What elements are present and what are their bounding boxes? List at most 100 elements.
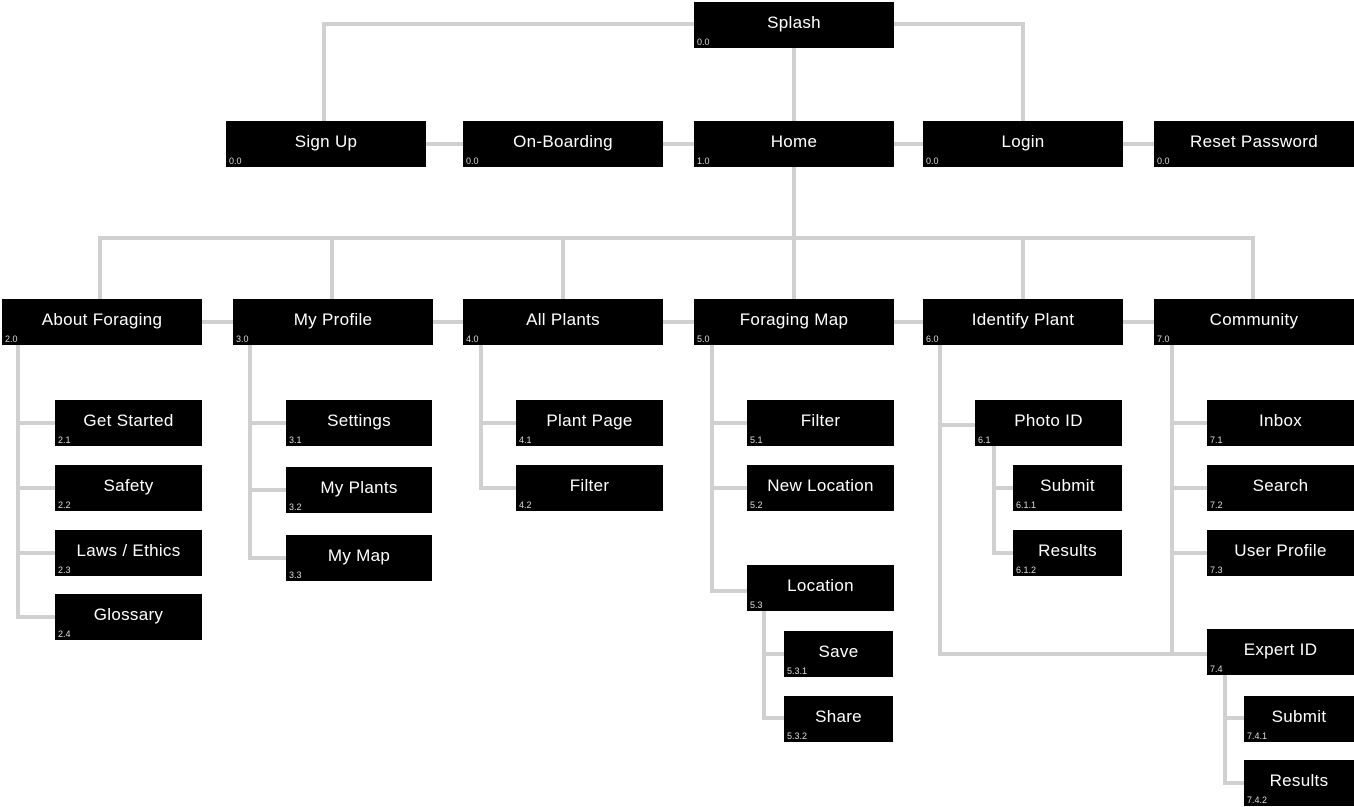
node-label: My Map xyxy=(327,546,391,565)
node-settings: Settings 3.1 xyxy=(286,400,432,446)
node-expert-submit: Submit 7.4.1 xyxy=(1244,696,1354,742)
node-number: 2.0 xyxy=(5,334,18,344)
node-number: 5.2 xyxy=(750,500,763,510)
node-number: 2.2 xyxy=(58,500,71,510)
node-label: Get Started xyxy=(83,411,174,430)
connector-map xyxy=(710,343,749,593)
node-label: On-Boarding xyxy=(513,132,613,151)
node-inbox: Inbox 7.1 xyxy=(1207,400,1354,446)
node-foraging-map: Foraging Map 5.0 xyxy=(694,299,894,345)
node-plants-filter: Filter 4.2 xyxy=(516,465,663,511)
connector-profile xyxy=(248,343,288,560)
node-my-map: My Map 3.3 xyxy=(286,535,432,581)
node-number: 3.2 xyxy=(289,502,302,512)
node-number: 3.3 xyxy=(289,570,302,580)
node-reset-password: Reset Password 0.0 xyxy=(1154,121,1354,167)
node-label: Inbox xyxy=(1258,411,1303,430)
node-photo-submit: Submit 6.1.1 xyxy=(1013,465,1122,511)
node-label: Laws / Ethics xyxy=(76,541,181,560)
node-number: 0.0 xyxy=(1157,156,1170,166)
node-sign-up: Sign Up 0.0 xyxy=(226,121,426,167)
node-new-location: New Location 5.2 xyxy=(747,465,894,511)
node-number: 4.1 xyxy=(519,435,532,445)
node-on-boarding: On-Boarding 0.0 xyxy=(463,121,663,167)
node-label: Save xyxy=(818,642,859,661)
node-label: About Foraging xyxy=(41,310,163,329)
node-location: Location 5.3 xyxy=(747,565,894,611)
node-share: Share 5.3.2 xyxy=(784,696,893,742)
node-number: 7.4.1 xyxy=(1247,731,1268,741)
node-label: Home xyxy=(770,132,818,151)
node-number: 5.3.2 xyxy=(787,731,808,741)
node-label: Community xyxy=(1209,310,1299,329)
node-my-plants: My Plants 3.2 xyxy=(286,467,432,513)
node-number: 2.1 xyxy=(58,435,71,445)
node-label: Results xyxy=(1269,771,1329,790)
node-photo-id: Photo ID 6.1 xyxy=(975,400,1122,446)
node-label: Expert ID xyxy=(1243,640,1318,659)
node-expert-results: Results 7.4.2 xyxy=(1244,760,1354,806)
node-all-plants: All Plants 4.0 xyxy=(463,299,663,345)
connector-splash xyxy=(322,22,1025,123)
node-label: Identify Plant xyxy=(971,310,1075,329)
node-number: 7.1 xyxy=(1210,435,1223,445)
node-user-profile: User Profile 7.3 xyxy=(1207,530,1354,576)
node-save: Save 5.3.1 xyxy=(784,631,893,677)
node-label: Foraging Map xyxy=(739,310,849,329)
node-label: Submit xyxy=(1271,707,1327,726)
node-label: Submit xyxy=(1040,476,1095,495)
node-label: Glossary xyxy=(93,605,164,624)
node-label: Location xyxy=(787,576,854,595)
node-label: Photo ID xyxy=(1014,411,1083,430)
node-label: Filter xyxy=(800,411,841,430)
node-number: 0.0 xyxy=(466,156,479,166)
node-label: New Location xyxy=(767,476,874,495)
node-number: 6.1 xyxy=(978,435,991,445)
node-map-filter: Filter 5.1 xyxy=(747,400,894,446)
node-number: 1.0 xyxy=(697,156,710,166)
connector-home-sections xyxy=(98,165,1255,301)
node-number: 6.0 xyxy=(926,334,939,344)
node-splash: Splash 0.0 xyxy=(694,2,894,48)
node-number: 7.4 xyxy=(1210,664,1223,674)
connector-community xyxy=(1170,343,1209,656)
node-label: Reset Password xyxy=(1190,132,1318,151)
connector-photo-id xyxy=(992,444,1015,555)
node-number: 7.0 xyxy=(1157,334,1170,344)
node-number: 3.1 xyxy=(289,435,302,445)
node-number: 2.3 xyxy=(58,565,71,575)
node-number: 4.2 xyxy=(519,500,532,510)
node-label: Share xyxy=(815,707,862,726)
node-label: Search xyxy=(1252,476,1309,495)
node-glossary: Glossary 2.4 xyxy=(55,594,202,640)
connector-plants xyxy=(479,343,518,490)
node-plant-page: Plant Page 4.1 xyxy=(516,400,663,446)
node-number: 7.3 xyxy=(1210,565,1223,575)
connector-about xyxy=(16,343,57,619)
node-about-foraging: About Foraging 2.0 xyxy=(2,299,202,345)
node-label: Login xyxy=(1001,132,1045,151)
node-expert-id: Expert ID 7.4 xyxy=(1207,629,1354,675)
node-login: Login 0.0 xyxy=(923,121,1123,167)
node-laws-ethics: Laws / Ethics 2.3 xyxy=(55,530,202,576)
connector-lines xyxy=(16,22,1255,785)
node-safety: Safety 2.2 xyxy=(55,465,202,511)
node-label: My Profile xyxy=(293,310,373,329)
node-label: Sign Up xyxy=(294,132,358,151)
node-label: Settings xyxy=(327,411,391,430)
node-number: 6.1.1 xyxy=(1016,500,1037,510)
node-label: Plant Page xyxy=(546,411,633,430)
node-my-profile: My Profile 3.0 xyxy=(233,299,433,345)
node-number: 3.0 xyxy=(236,334,249,344)
connector-expert xyxy=(1223,673,1246,785)
node-number: 7.2 xyxy=(1210,500,1223,510)
node-number: 0.0 xyxy=(229,156,242,166)
node-label: My Plants xyxy=(320,478,398,497)
node-photo-results: Results 6.1.2 xyxy=(1013,530,1122,576)
node-search: Search 7.2 xyxy=(1207,465,1354,511)
node-label: Results xyxy=(1038,541,1097,560)
node-number: 5.1 xyxy=(750,435,763,445)
connector-location xyxy=(762,609,786,720)
node-label: User Profile xyxy=(1234,541,1327,560)
node-label: Splash xyxy=(767,13,821,32)
